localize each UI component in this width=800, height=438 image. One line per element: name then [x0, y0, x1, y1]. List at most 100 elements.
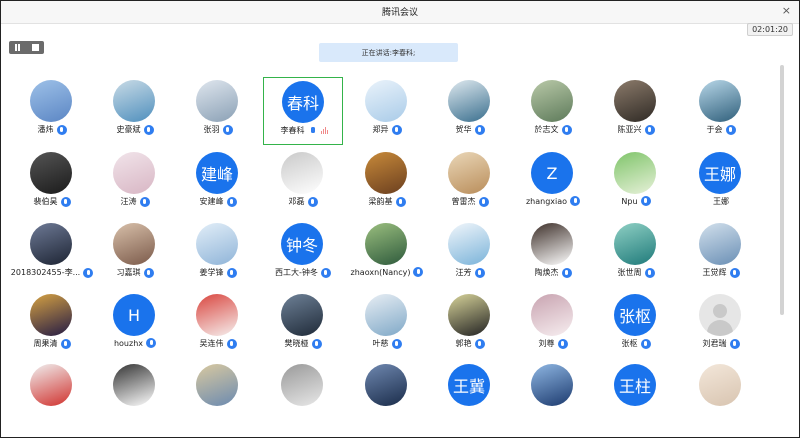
participant-tile[interactable]: 张世周 — [596, 220, 676, 288]
participant-label: 梁韵基 — [347, 196, 427, 207]
participant-tile[interactable]: 陈亚兴 — [596, 77, 676, 145]
participant-name: zhaoxn(Nancy) — [350, 267, 411, 277]
avatar — [30, 152, 72, 194]
mic-icon — [391, 124, 402, 135]
participant-name: 潘炜 — [37, 125, 54, 134]
participant-tile[interactable] — [12, 361, 92, 429]
recording-controls — [9, 41, 44, 54]
participant-tile[interactable]: 郭艳 — [430, 291, 510, 359]
participant-tile[interactable] — [681, 361, 761, 429]
participant-tile[interactable]: 邓磊 — [263, 149, 343, 217]
participant-name: 郑异 — [372, 125, 389, 134]
participant-tile[interactable]: 于会 — [681, 77, 761, 145]
participant-tile[interactable] — [347, 361, 427, 429]
participant-tile[interactable]: 汪芳 — [430, 220, 510, 288]
participant-label: 陈亚兴 — [596, 124, 676, 135]
participant-name: 吴连伟 — [199, 339, 224, 348]
participant-tile[interactable]: Zzhangxiao — [513, 149, 593, 217]
avatar — [614, 223, 656, 265]
mic-icon — [725, 124, 736, 135]
participant-tile[interactable]: 周果清 — [12, 291, 92, 359]
participant-label: houzhx — [95, 338, 175, 348]
participant-tile[interactable]: 姜学锋 — [178, 220, 258, 288]
participant-tile[interactable]: 刘君瑞 — [681, 291, 761, 359]
avatar — [448, 152, 490, 194]
mic-icon — [143, 124, 154, 135]
participant-name: 张羽 — [203, 125, 220, 134]
participant-label: 安建峰 — [178, 196, 258, 207]
participant-tile[interactable]: 於志文 — [513, 77, 593, 145]
participant-tile[interactable]: 王娜 王娜 — [681, 149, 761, 217]
participant-tile[interactable] — [178, 361, 258, 429]
stop-icon[interactable] — [31, 44, 39, 51]
participant-label: 于会 — [681, 124, 761, 135]
participant-tile[interactable]: 春科 李春科 — [263, 77, 343, 145]
participant-tile[interactable]: 吴连伟 — [178, 291, 258, 359]
mic-icon — [570, 196, 581, 206]
participant-tile[interactable]: 汪涛 — [95, 149, 175, 217]
avatar-initials: H — [127, 305, 141, 325]
participant-tile[interactable]: 郑异 — [347, 77, 427, 145]
participant-label: 叶慈 — [347, 338, 427, 349]
participant-tile[interactable]: 贺华 — [430, 77, 510, 145]
scrollbar-thumb[interactable] — [780, 65, 784, 315]
avatar — [699, 364, 741, 406]
participant-tile[interactable]: Npu — [596, 149, 676, 217]
mic-icon — [561, 267, 572, 278]
participant-tile[interactable]: 叶慈 — [347, 291, 427, 359]
participant-label: 张羽 — [178, 124, 258, 135]
participant-tile[interactable]: 裴伯昊 — [12, 149, 92, 217]
participant-tile[interactable]: 王柱 — [596, 361, 676, 429]
participant-tile[interactable]: 王觉辉 — [681, 220, 761, 288]
participant-label: 张枢 — [596, 338, 676, 349]
participant-tile[interactable]: 建峰 安建峰 — [178, 149, 258, 217]
mic-icon — [557, 338, 568, 349]
avatar — [699, 80, 741, 122]
participant-name: 曾雷杰 — [451, 197, 476, 206]
participant-tile[interactable]: 2018302455-李... — [11, 220, 94, 288]
participant-tile[interactable]: 曾雷杰 — [430, 149, 510, 217]
avatar-initials: 建峰 — [200, 165, 233, 184]
participant-tile[interactable] — [513, 361, 593, 429]
participant-label: 王觉辉 — [681, 267, 761, 278]
avatar — [281, 364, 323, 406]
participant-label: 汪芳 — [430, 267, 510, 278]
avatar — [531, 80, 573, 122]
mic-icon — [307, 196, 318, 207]
participant-tile[interactable]: 樊晓桠 — [263, 291, 343, 359]
mic-icon — [474, 124, 485, 135]
participant-tile[interactable]: 潘炜 — [12, 77, 92, 145]
participant-tile[interactable]: 史豪斌 — [95, 77, 175, 145]
participant-label: 刘君瑞 — [681, 338, 761, 349]
avatar: 王柱 — [614, 364, 656, 406]
participant-tile[interactable]: 陶焕杰 — [513, 220, 593, 288]
participant-tile[interactable]: 张羽 — [178, 77, 258, 145]
participant-tile[interactable] — [263, 361, 343, 429]
participant-name: 西工大-钟冬 — [275, 268, 318, 277]
participant-name: 贺华 — [455, 125, 472, 134]
avatar — [614, 80, 656, 122]
participant-tile[interactable]: 钟冬 西工大-钟冬 — [263, 220, 343, 288]
avatar — [531, 364, 573, 406]
avatar — [365, 364, 407, 406]
participant-tile[interactable]: 习嘉琪 — [95, 220, 175, 288]
participant-tile[interactable]: 梁韵基 — [347, 149, 427, 217]
mic-icon — [226, 338, 237, 349]
avatar — [699, 223, 741, 265]
participant-tile[interactable] — [95, 361, 175, 429]
participant-name: Npu — [621, 196, 638, 206]
mic-icon — [311, 338, 322, 349]
pause-icon[interactable] — [14, 44, 21, 51]
participant-tile[interactable]: 王冀 — [430, 361, 510, 429]
participant-tile[interactable]: 张枢 张枢 — [596, 291, 676, 359]
participant-tile[interactable]: Hhouzhx — [95, 291, 175, 359]
close-icon[interactable]: × — [782, 4, 791, 17]
avatar — [614, 152, 656, 194]
participant-name: 刘君瑞 — [702, 339, 727, 348]
participant-tile[interactable]: zhaoxn(Nancy) — [347, 220, 427, 288]
mic-icon — [561, 124, 572, 135]
participant-label: 史豪斌 — [95, 124, 175, 135]
participant-label: 曾雷杰 — [430, 196, 510, 207]
participant-tile[interactable]: 刘尊 — [513, 291, 593, 359]
avatar — [113, 364, 155, 406]
